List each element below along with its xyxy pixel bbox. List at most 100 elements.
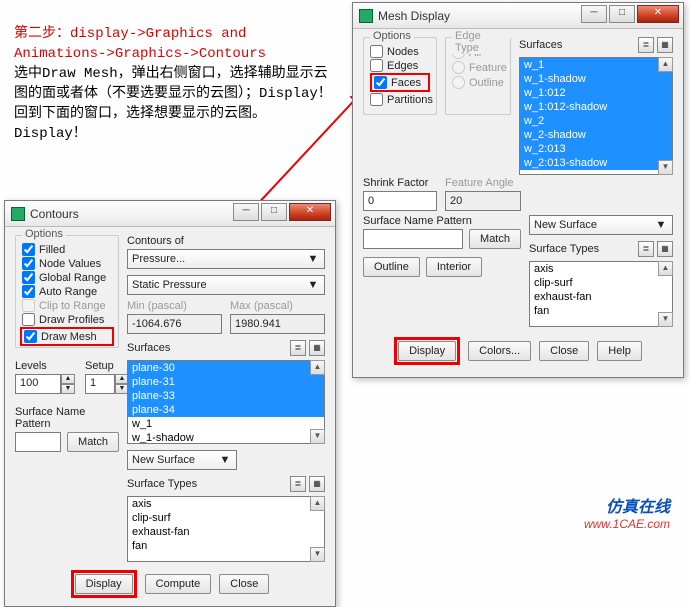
list-item[interactable]: exhaust-fan [530,290,672,304]
surfaces-label: Surfaces [127,342,170,354]
close-button[interactable]: ✕ [289,203,331,221]
mesh-display-dialog: Mesh Display ─ □ ✕ Options Nodes Edges F… [352,2,684,378]
list-item[interactable]: axis [128,497,324,511]
interior-button[interactable]: Interior [426,257,482,277]
list-item[interactable]: clip-surf [128,511,324,525]
maximize-button[interactable]: □ [261,203,287,221]
list-item[interactable]: w_1:012-shadow [520,100,672,114]
scroll-down-icon[interactable]: ▼ [658,160,673,175]
maximize-button[interactable]: □ [609,5,635,23]
scroll-down-icon[interactable]: ▼ [658,312,673,327]
contours-dialog: Contours ─ □ ✕ Options Filled Node Value… [4,200,336,607]
new-surface-dropdown[interactable]: New Surface▼ [127,450,237,470]
auto-range-checkbox[interactable]: Auto Range [22,285,112,298]
surface-types-list[interactable]: axis clip-surf exhaust-fan fan [529,261,673,327]
feature-angle-label: Feature Angle [445,177,521,189]
instr-step: 第二步： [14,26,70,42]
list-item[interactable]: w_1:012 [520,86,672,100]
sub-dropdown[interactable]: Static Pressure▼ [127,275,325,295]
node-values-checkbox[interactable]: Node Values [22,257,112,270]
contours-of-dropdown[interactable]: Pressure...▼ [127,249,325,269]
instr-line2: 回到下面的窗口，选择想要显示的云图。Display！ [14,106,266,142]
chevron-down-icon: ▼ [654,219,668,231]
filled-checkbox[interactable]: Filled [22,243,112,256]
list-item[interactable]: clip-surf [530,276,672,290]
list-item[interactable]: w_2 [520,114,672,128]
surfaces-grid-icon[interactable]: ▦ [309,340,325,356]
levels-label: Levels [15,360,75,372]
list-item[interactable]: plane-34 [128,403,324,417]
match-button[interactable]: Match [67,432,119,452]
faces-checkbox[interactable]: Faces [374,76,426,89]
list-item[interactable]: w_1-shadow [128,431,324,444]
scroll-down-icon[interactable]: ▼ [310,429,325,444]
surface-types-label: Surface Types [529,243,599,255]
list-item[interactable]: axis [530,262,672,276]
scroll-up-icon[interactable]: ▲ [658,261,673,276]
surfaces-list[interactable]: plane-30 plane-31 plane-33 plane-34 w_1 … [127,360,325,444]
display-button[interactable]: Display [398,341,456,361]
levels-spinner[interactable]: 100 ▲▼ [15,374,75,394]
surface-pattern-input[interactable] [363,229,463,249]
spinner-down-icon[interactable]: ▼ [61,384,75,394]
match-button[interactable]: Match [469,229,521,249]
surfaces-label: Surfaces [519,39,562,51]
options-label: Options [22,228,66,240]
types-list-icon[interactable]: ≣ [290,476,306,492]
list-item[interactable]: plane-30 [128,361,324,375]
types-grid-icon[interactable]: ▦ [657,241,673,257]
help-button[interactable]: Help [597,341,642,361]
edge-outline-radio: Outline [452,76,504,89]
surfaces-list[interactable]: w_1 w_1-shadow w_1:012 w_1:012-shadow w_… [519,57,673,175]
list-item[interactable]: w_1 [128,417,324,431]
surfaces-list-icon[interactable]: ≣ [290,340,306,356]
scroll-up-icon[interactable]: ▲ [658,57,673,72]
types-grid-icon[interactable]: ▦ [309,476,325,492]
watermark-url: www.1CAE.com [584,517,670,531]
list-item[interactable]: w_2-shadow [520,128,672,142]
surface-pattern-input[interactable] [15,432,61,452]
surface-types-list[interactable]: axis clip-surf exhaust-fan fan [127,496,325,562]
list-item[interactable]: fan [530,304,672,318]
colors-button[interactable]: Colors... [468,341,531,361]
nodes-checkbox[interactable]: Nodes [370,45,430,58]
list-item[interactable]: plane-33 [128,389,324,403]
minimize-button[interactable]: ─ [581,5,607,23]
list-item[interactable]: w_1-shadow [520,72,672,86]
titlebar[interactable]: Contours ─ □ ✕ [5,201,335,227]
surfaces-grid-icon[interactable]: ▦ [657,37,673,53]
list-item[interactable]: plane-31 [128,375,324,389]
draw-mesh-checkbox[interactable]: Draw Mesh [24,330,110,343]
draw-profiles-checkbox[interactable]: Draw Profiles [22,313,112,326]
new-surface-dropdown[interactable]: New Surface▼ [529,215,673,235]
minimize-button[interactable]: ─ [233,203,259,221]
surfaces-list-icon[interactable]: ≣ [638,37,654,53]
scroll-up-icon[interactable]: ▲ [310,496,325,511]
list-item[interactable]: w_2:013-shadow [520,156,672,170]
list-item[interactable]: fan [128,539,324,553]
surface-types-label: Surface Types [127,478,197,490]
close-button[interactable]: Close [539,341,589,361]
setup-spinner[interactable]: 1 ▲▼ [85,374,129,394]
edges-checkbox[interactable]: Edges [370,59,430,72]
titlebar[interactable]: Mesh Display ─ □ ✕ [353,3,683,29]
setup-label: Setup [85,360,129,372]
display-button[interactable]: Display [75,574,133,594]
surface-pattern-label: Surface Name Pattern [15,406,119,430]
list-item[interactable]: w_2:013 [520,142,672,156]
outline-button[interactable]: Outline [363,257,420,277]
global-range-checkbox[interactable]: Global Range [22,271,112,284]
close-button[interactable]: ✕ [637,5,679,23]
types-list-icon[interactable]: ≣ [638,241,654,257]
partitions-checkbox[interactable]: Partitions [370,93,430,106]
spinner-up-icon[interactable]: ▲ [61,374,75,384]
max-input: 1980.941 [230,314,325,334]
max-label: Max (pascal) [230,300,325,312]
list-item[interactable]: w_1 [520,58,672,72]
scroll-down-icon[interactable]: ▼ [310,547,325,562]
close-button[interactable]: Close [219,574,269,594]
scroll-up-icon[interactable]: ▲ [310,360,325,375]
shrink-input[interactable]: 0 [363,191,437,211]
clip-to-range-checkbox: Clip to Range [22,299,112,312]
compute-button[interactable]: Compute [145,574,212,594]
